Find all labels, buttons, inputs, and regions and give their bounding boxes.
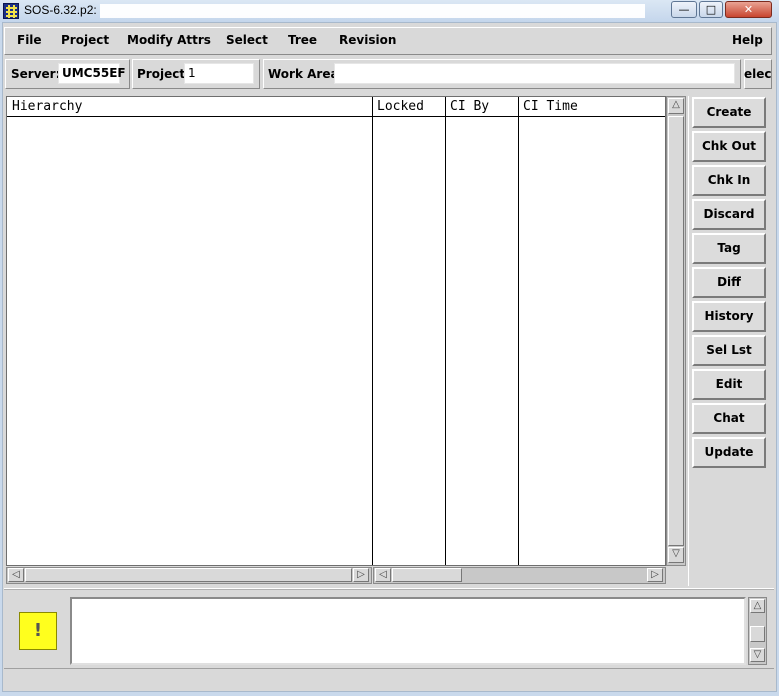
maximize-button[interactable]: □ — [699, 1, 723, 18]
header-divider — [7, 116, 665, 117]
message-area[interactable] — [70, 597, 746, 665]
sel-lst-button[interactable]: Sel Lst — [692, 335, 766, 366]
column-ci-time[interactable]: CI Time — [518, 97, 664, 117]
menu-help[interactable]: Help — [732, 33, 763, 47]
separator — [4, 588, 774, 590]
check-in-button[interactable]: Chk In — [692, 165, 766, 196]
history-button[interactable]: History — [692, 301, 766, 332]
menu-select[interactable]: Select — [226, 33, 268, 47]
menu-modify-attrs[interactable]: Modify Attrs — [127, 33, 211, 47]
scroll-up-icon[interactable]: △ — [750, 599, 765, 613]
update-button[interactable]: Update — [692, 437, 766, 468]
workarea-field[interactable] — [334, 63, 735, 84]
scroll-down-icon[interactable]: ▽ — [668, 547, 684, 563]
hierarchy-table[interactable] — [6, 96, 666, 566]
diff-button[interactable]: Diff — [692, 267, 766, 298]
discard-button[interactable]: Discard — [692, 199, 766, 230]
workarea-label: Work Area: — [268, 67, 344, 81]
info-exclamation-icon: ! — [19, 612, 57, 650]
menu-file[interactable]: File — [17, 33, 42, 47]
scroll-thumb[interactable] — [392, 568, 462, 582]
menu-revision[interactable]: Revision — [339, 33, 396, 47]
project-field[interactable]: 1 — [184, 63, 254, 84]
scroll-right-icon[interactable]: ▷ — [647, 568, 663, 582]
scroll-left-icon[interactable]: ◁ — [375, 568, 391, 582]
menu-tree[interactable]: Tree — [288, 33, 317, 47]
scroll-thumb[interactable] — [668, 116, 684, 546]
menu-project[interactable]: Project — [61, 33, 109, 47]
select-button-partial[interactable]: elec — [744, 67, 772, 81]
app-grid-icon — [3, 3, 19, 19]
scroll-right-icon[interactable]: ▷ — [353, 568, 369, 582]
icon-glyph: ! — [33, 620, 43, 641]
scroll-thumb[interactable] — [750, 626, 765, 642]
status-bar — [4, 668, 774, 688]
column-divider — [445, 97, 446, 565]
scroll-thumb[interactable] — [25, 568, 352, 582]
check-out-button[interactable]: Chk Out — [692, 131, 766, 162]
column-divider — [518, 97, 519, 565]
window-title: SOS-6.32.p2: — [24, 3, 97, 17]
minimize-button[interactable]: — — [671, 1, 697, 18]
scroll-up-icon[interactable]: △ — [668, 98, 684, 114]
edit-button[interactable]: Edit — [692, 369, 766, 400]
column-ci-by[interactable]: CI By — [445, 97, 518, 117]
column-hierarchy[interactable]: Hierarchy — [7, 97, 372, 117]
project-label: Project: — [137, 67, 190, 81]
chat-button[interactable]: Chat — [692, 403, 766, 434]
scroll-down-icon[interactable]: ▽ — [750, 648, 765, 662]
create-button[interactable]: Create — [692, 97, 766, 128]
server-field[interactable]: UMC55EF — [58, 63, 126, 84]
close-button[interactable]: ✕ — [725, 1, 772, 18]
column-divider — [372, 97, 373, 565]
tag-button[interactable]: Tag — [692, 233, 766, 264]
server-label: Server: — [11, 67, 61, 81]
title-redaction — [100, 4, 645, 18]
scroll-left-icon[interactable]: ◁ — [8, 568, 24, 582]
column-locked[interactable]: Locked — [372, 97, 445, 117]
